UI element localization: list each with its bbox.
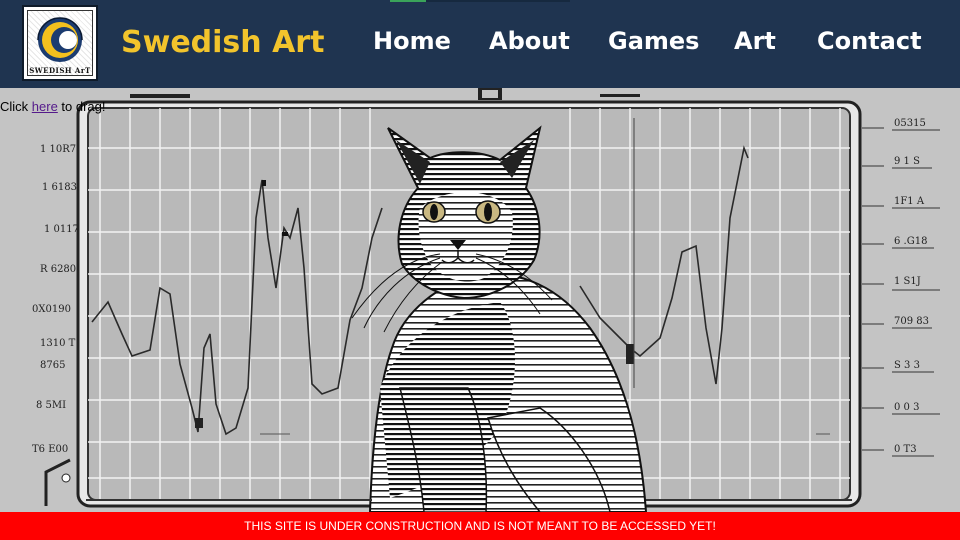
site-header: SWEDISH ArT Swedish Art Home About Games… [0, 0, 960, 88]
scale-label: 1 S1J [894, 276, 921, 287]
scale-label: 0 0 3 [894, 402, 920, 413]
scale-label: 6 .G18 [894, 236, 928, 247]
logo-caption: SWEDISH ArT [29, 66, 91, 75]
scale-label: 8 5MI [36, 400, 67, 411]
scale-label: 1F1 A [894, 196, 925, 207]
scale-label: 8765 [40, 360, 66, 371]
scale-label: 05315 [894, 118, 926, 129]
construction-banner: THIS SITE IS UNDER CONSTRUCTION AND IS N… [0, 512, 960, 540]
scale-label: S 3 3 [894, 360, 920, 371]
scale-label: 0 T3 [894, 444, 917, 455]
hero-artwork[interactable]: 1 10R7 1 6183 1 0117 R 6280 0X0190 1310 … [0, 88, 960, 512]
drag-prefix: Click [0, 99, 32, 114]
scale-label: R 6280 [40, 264, 77, 275]
main-nav: Home About Games Art Contact [0, 27, 960, 63]
nav-contact[interactable]: Contact [817, 27, 922, 55]
right-scale-labels: 05315 9 1 S 1F1 A 6 .G18 1 S1J 709 83 S … [880, 88, 960, 512]
scale-label: 1 10R7 [40, 144, 77, 155]
scale-label: 9 1 S [894, 156, 920, 167]
nav-about[interactable]: About [489, 27, 570, 55]
nav-home[interactable]: Home [373, 27, 451, 55]
scale-label: 709 83 [894, 316, 929, 327]
drag-instruction: Click here to drag! [0, 99, 106, 114]
left-scale-labels: 1 10R7 1 6183 1 0117 R 6280 0X0190 1310 … [0, 88, 80, 512]
cat-oscilloscope-image [44, 88, 940, 512]
drag-suffix: to drag! [57, 99, 106, 114]
scale-label: 1310 T [40, 338, 76, 349]
banner-text: THIS SITE IS UNDER CONSTRUCTION AND IS N… [244, 519, 716, 533]
scale-label: 1 6183 [42, 182, 77, 193]
nav-art[interactable]: Art [734, 27, 776, 55]
scale-label: T6 E00 [32, 444, 69, 455]
nav-games[interactable]: Games [608, 27, 699, 55]
scale-label: 0X0190 [32, 304, 71, 315]
header-top-accent [390, 0, 426, 2]
scale-label: 1 0117 [44, 224, 79, 235]
drag-link[interactable]: here [32, 99, 58, 114]
